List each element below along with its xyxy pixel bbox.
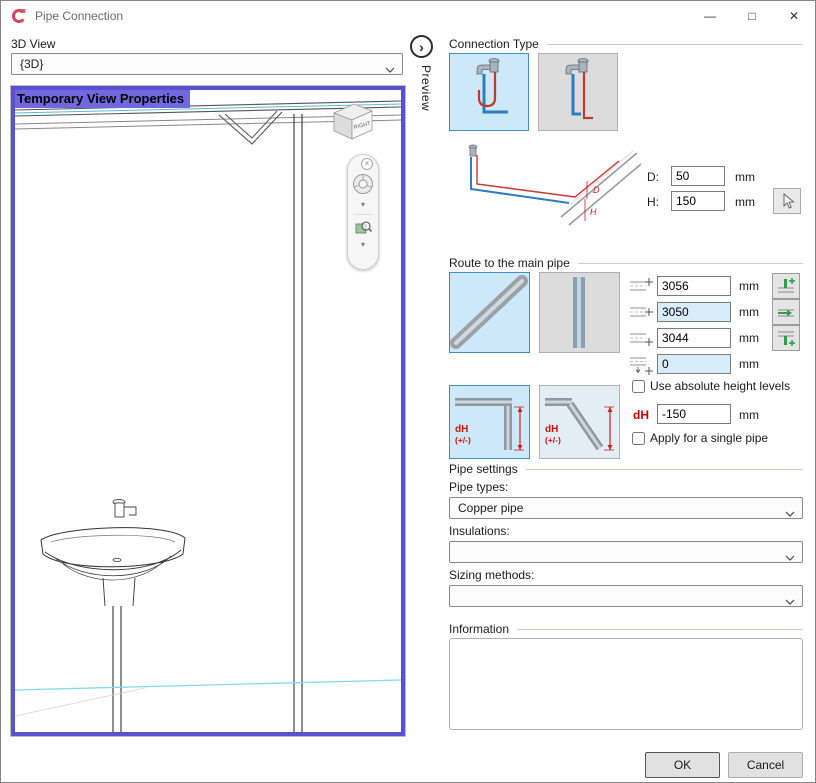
3d-scene <box>15 90 401 732</box>
expand-preview-button[interactable]: › <box>410 35 433 58</box>
view-selector-value: {3D} <box>20 57 43 71</box>
ok-button[interactable]: OK <box>645 752 720 778</box>
pipe-settings-title: Pipe settings <box>449 462 803 476</box>
d-label: D: <box>647 170 659 184</box>
connection-loop-icon <box>450 54 528 130</box>
top-elevation-unit: mm <box>739 279 759 293</box>
wheel-menu-arrow-icon[interactable]: ▾ <box>361 201 365 209</box>
route-dh-vertical-option[interactable]: dH (+/-) <box>449 385 530 459</box>
information-box[interactable] <box>449 638 803 730</box>
chevron-down-icon <box>785 594 795 608</box>
pipe-types-value: Copper pipe <box>458 501 523 515</box>
pipe-custom-level-icon <box>629 355 653 378</box>
toolbar-close-icon[interactable]: × <box>361 158 373 170</box>
maximize-icon[interactable]: □ <box>731 1 773 31</box>
bottom-elevation-input[interactable] <box>657 328 731 348</box>
chevron-right-icon: › <box>419 39 424 55</box>
pipe-types-selector[interactable]: Copper pipe <box>449 497 803 519</box>
diagram-h-letter: H <box>590 207 597 217</box>
navigation-cube[interactable]: RIGHT <box>327 98 377 145</box>
chevron-down-icon <box>785 506 795 520</box>
connection-straight-icon <box>539 54 617 130</box>
titlebar: Pipe Connection — □ ✕ <box>1 1 815 31</box>
d-input[interactable] <box>671 166 725 186</box>
route-title: Route to the main pipe <box>449 256 803 270</box>
dh-sloped-drop-icon <box>540 386 619 458</box>
connect-bottom-icon <box>776 329 796 347</box>
steering-wheel-icon[interactable] <box>352 173 374 198</box>
custom-elevation-unit: mm <box>739 357 759 371</box>
temporary-view-properties-badge: Temporary View Properties <box>15 90 190 108</box>
sloped-pipe-icon <box>450 273 529 352</box>
pick-in-model-button[interactable] <box>773 188 801 214</box>
pipe-bottom-level-icon <box>629 329 653 350</box>
cancel-button[interactable]: Cancel <box>728 752 803 778</box>
h-label: H: <box>647 195 659 209</box>
information-title: Information <box>449 622 803 636</box>
use-absolute-height-box[interactable] <box>632 380 645 393</box>
app-icon <box>11 8 27 24</box>
minimize-icon[interactable]: — <box>689 1 731 31</box>
diagram-d-letter: D <box>593 185 600 195</box>
custom-elevation-input[interactable] <box>657 354 731 374</box>
connect-top-button[interactable] <box>772 273 800 299</box>
connection-diagram: D H <box>449 141 641 235</box>
insulations-selector[interactable] <box>449 541 803 563</box>
center-elevation-input[interactable] <box>657 302 731 322</box>
sink-fixture <box>41 500 185 607</box>
dh-vertical-drop-icon <box>450 386 529 458</box>
connection-type-option-straight[interactable] <box>538 53 618 131</box>
center-elevation-unit: mm <box>739 305 759 319</box>
3d-viewport[interactable]: Temporary View Properties RIGHT × ▾ <box>11 86 405 736</box>
bottom-elevation-unit: mm <box>739 331 759 345</box>
route-slope-option[interactable] <box>449 272 530 353</box>
view-selector[interactable]: {3D} <box>11 53 403 75</box>
h-input[interactable] <box>671 191 725 211</box>
zoom-region-icon[interactable] <box>355 220 372 238</box>
preview-strip-label: Preview <box>411 65 433 111</box>
chevron-down-icon <box>785 550 795 564</box>
route-vertical-option[interactable] <box>539 272 620 353</box>
navigation-toolbar: × ▾ ▾ <box>347 154 379 270</box>
zoom-menu-arrow-icon[interactable]: ▾ <box>361 241 365 249</box>
sizing-methods-label: Sizing methods: <box>449 568 534 582</box>
toolbar-divider <box>354 214 372 215</box>
dh-badge: dH (+/-) <box>455 424 471 446</box>
dh-badge: dH (+/-) <box>545 424 561 446</box>
apply-single-pipe-box[interactable] <box>632 432 645 445</box>
view-label: 3D View <box>11 37 55 51</box>
dh-unit: mm <box>739 408 759 422</box>
close-icon[interactable]: ✕ <box>773 1 815 31</box>
top-elevation-input[interactable] <box>657 276 731 296</box>
cursor-pointer-icon <box>779 192 795 210</box>
connection-type-title: Connection Type <box>449 37 803 51</box>
pipe-types-label: Pipe types: <box>449 480 508 494</box>
connect-top-icon <box>776 277 796 295</box>
h-unit: mm <box>735 195 755 209</box>
route-dh-slope-option[interactable]: dH (+/-) <box>539 385 620 459</box>
vertical-pipe-icon <box>540 273 619 352</box>
insulations-label: Insulations: <box>449 524 510 538</box>
connect-middle-icon <box>776 303 796 321</box>
pipe-top-level-icon <box>629 277 653 298</box>
window-title: Pipe Connection <box>35 1 123 31</box>
chevron-down-icon <box>385 62 395 76</box>
connection-type-option-loop[interactable] <box>449 53 529 131</box>
pipe-center-level-icon <box>629 303 653 324</box>
dh-label: dH <box>633 408 649 422</box>
pipe-connection-dialog: Pipe Connection — □ ✕ 3D View {3D} <box>0 0 816 783</box>
d-unit: mm <box>735 170 755 184</box>
use-absolute-height-checkbox[interactable]: Use absolute height levels <box>632 379 790 393</box>
dh-input[interactable] <box>657 404 731 424</box>
connect-bottom-button[interactable] <box>772 325 800 351</box>
connect-middle-button[interactable] <box>772 299 800 325</box>
sizing-methods-selector[interactable] <box>449 585 803 607</box>
apply-single-pipe-checkbox[interactable]: Apply for a single pipe <box>632 431 768 445</box>
